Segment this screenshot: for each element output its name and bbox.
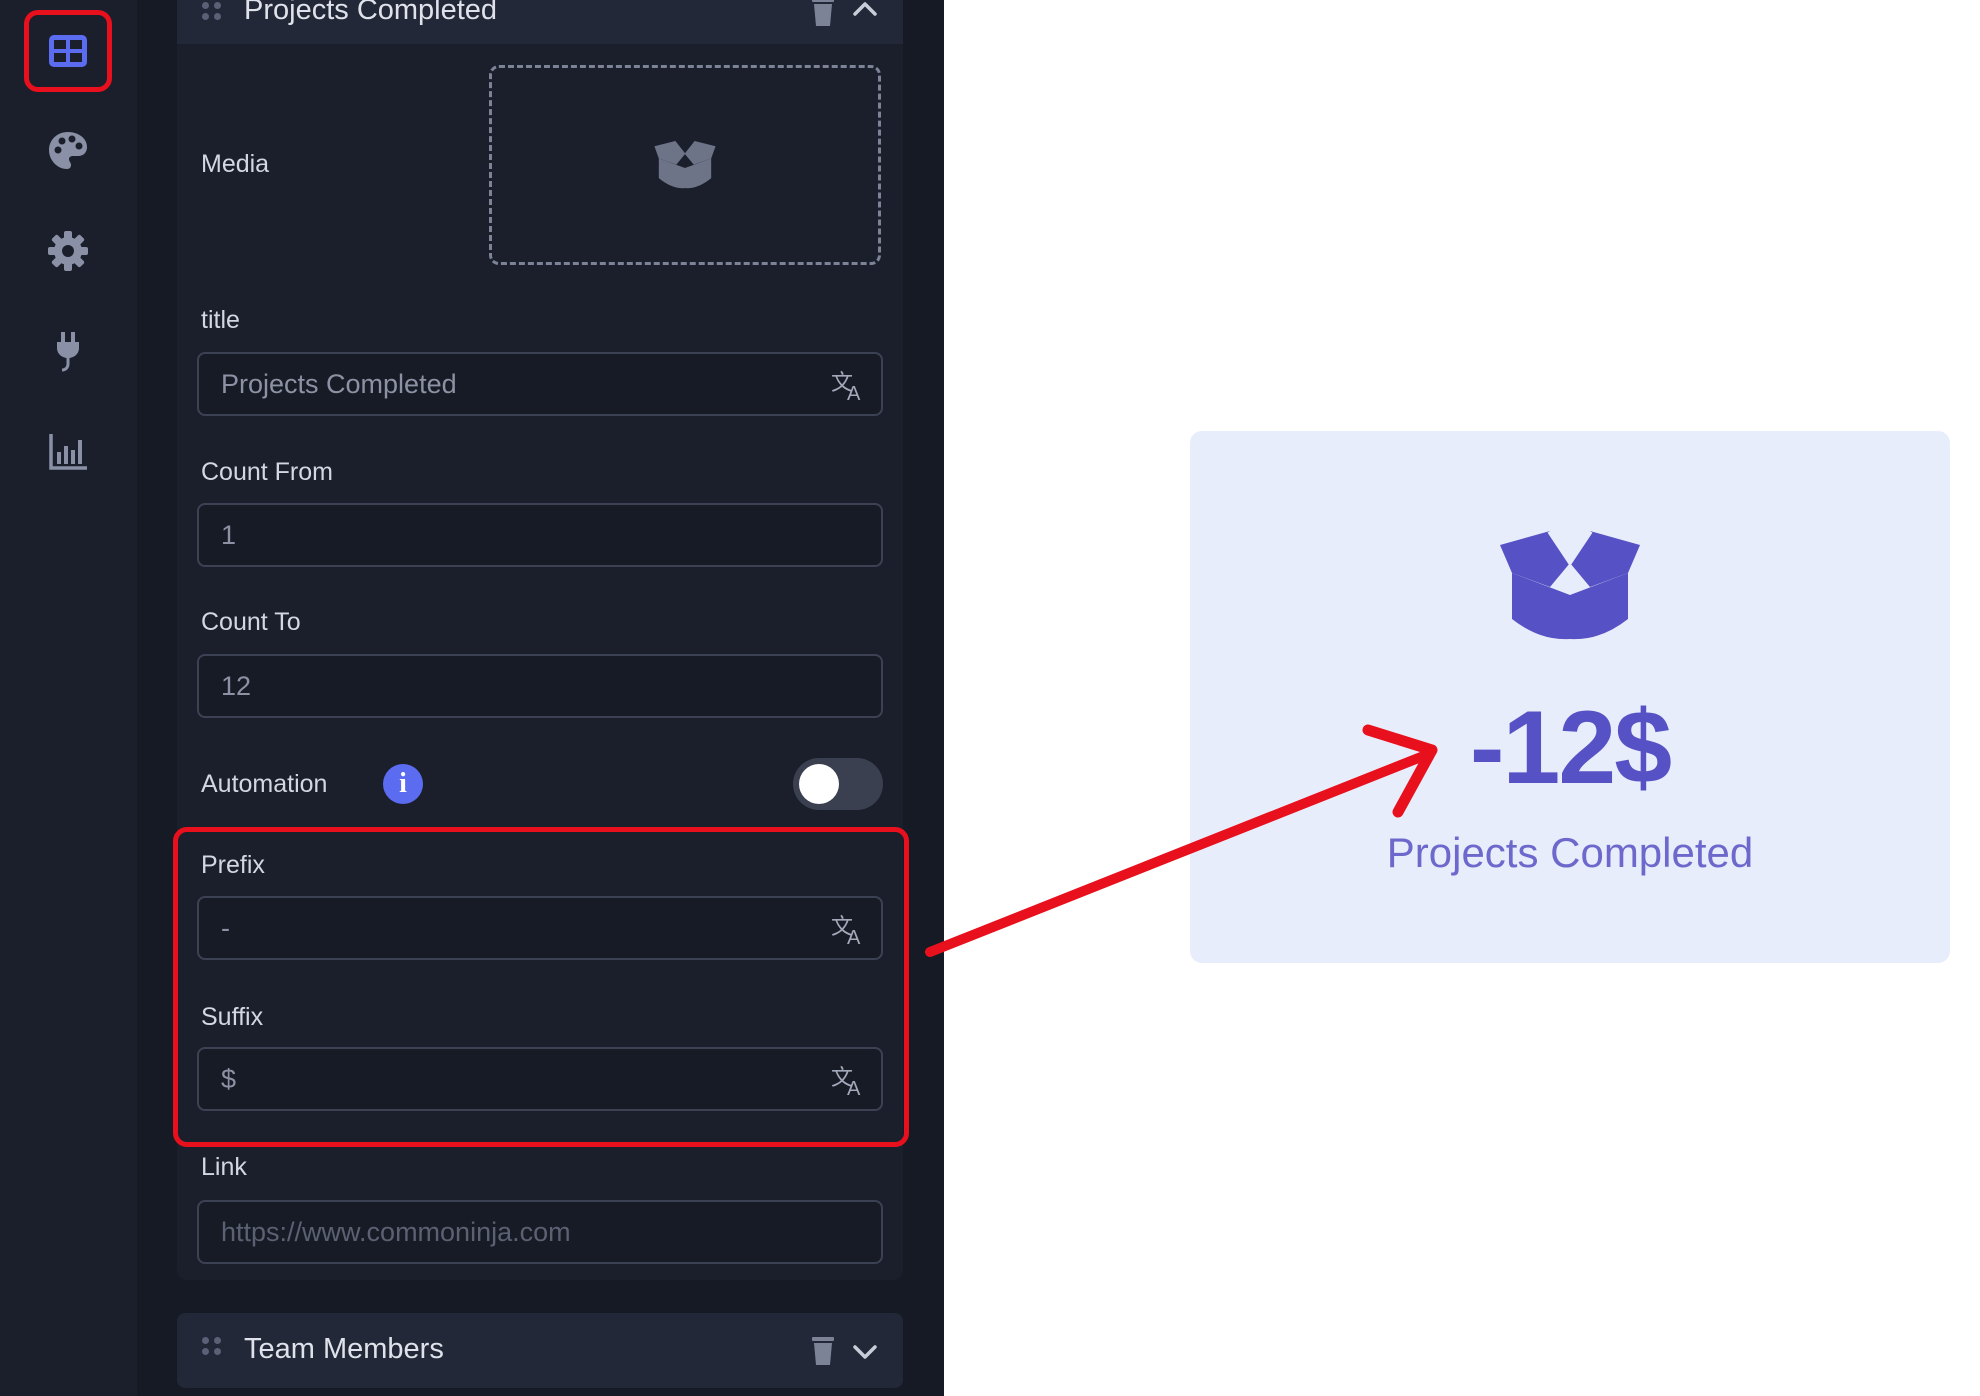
prefix-label: Prefix: [201, 851, 265, 879]
plug-icon: [57, 332, 79, 372]
trash-icon[interactable]: [807, 0, 839, 28]
title-input[interactable]: [221, 368, 801, 400]
palette-icon: [49, 132, 87, 169]
sidebar-item-layout[interactable]: [24, 10, 112, 92]
card-title: Projects Completed: [244, 0, 498, 26]
translate-icon[interactable]: 文 A: [831, 1063, 865, 1097]
sidebar-item-integrations[interactable]: [24, 310, 112, 392]
editor-panel: Projects Completed Media title Projects …: [137, 0, 944, 1396]
sidebar-item-settings[interactable]: [24, 210, 112, 292]
gear-icon: [48, 231, 88, 271]
link-input[interactable]: [221, 1216, 801, 1248]
chevron-down-icon[interactable]: [849, 1335, 881, 1367]
prefix-field[interactable]: 文 A: [197, 896, 883, 960]
box-open-icon: [1500, 531, 1640, 640]
count-to-input[interactable]: [221, 670, 801, 702]
suffix-field[interactable]: 文 A: [197, 1047, 883, 1111]
trash-icon[interactable]: [807, 1335, 839, 1367]
sidebar-rail: [0, 0, 137, 1396]
prefix-input[interactable]: [221, 912, 801, 944]
card-header[interactable]: Projects Completed: [177, 0, 903, 44]
counter-item-card: Projects Completed Media title Projects …: [177, 0, 903, 1280]
link-label: Link: [201, 1153, 247, 1181]
analytics-chart-icon: [49, 434, 87, 470]
team-members-card[interactable]: Team Members: [177, 1313, 903, 1388]
drag-handle-icon[interactable]: [202, 2, 222, 20]
app-page: Projects Completed Media title Projects …: [0, 0, 1980, 1396]
sidebar-item-design[interactable]: [24, 110, 112, 192]
translate-icon[interactable]: 文 A: [831, 912, 865, 946]
media-label: Media: [201, 150, 270, 178]
box-open-icon: [654, 141, 716, 189]
automation-toggle[interactable]: [793, 758, 883, 810]
svg-text:A: A: [847, 927, 861, 946]
layout-grid-icon: [49, 35, 87, 67]
title-label: title: [201, 306, 240, 334]
count-from-label: Count From: [201, 458, 333, 486]
translate-icon[interactable]: 文 A: [831, 368, 865, 402]
svg-text:A: A: [847, 383, 861, 402]
suffix-label: Suffix: [201, 1003, 264, 1031]
counter-title: Projects Completed: [1386, 829, 1754, 876]
drag-handle-icon[interactable]: [202, 1337, 222, 1355]
toggle-knob: [799, 764, 839, 804]
card-title: Team Members: [244, 1333, 444, 1365]
sidebar-item-analytics[interactable]: [24, 410, 112, 492]
info-icon[interactable]: i: [383, 764, 423, 804]
suffix-input[interactable]: [221, 1063, 801, 1095]
media-dropzone[interactable]: [489, 65, 881, 265]
chevron-up-icon[interactable]: [849, 0, 881, 26]
count-from-input[interactable]: [221, 519, 801, 551]
counter-preview-card: -12$ Projects Completed: [1190, 431, 1950, 963]
count-from-field[interactable]: [197, 503, 883, 567]
counter-value: -12$: [1469, 690, 1672, 806]
svg-text:A: A: [847, 1078, 861, 1097]
automation-label: Automation: [201, 770, 328, 798]
title-field[interactable]: 文 A: [197, 352, 883, 416]
count-to-label: Count To: [201, 608, 301, 636]
count-to-field[interactable]: [197, 654, 883, 718]
link-field[interactable]: [197, 1200, 883, 1264]
